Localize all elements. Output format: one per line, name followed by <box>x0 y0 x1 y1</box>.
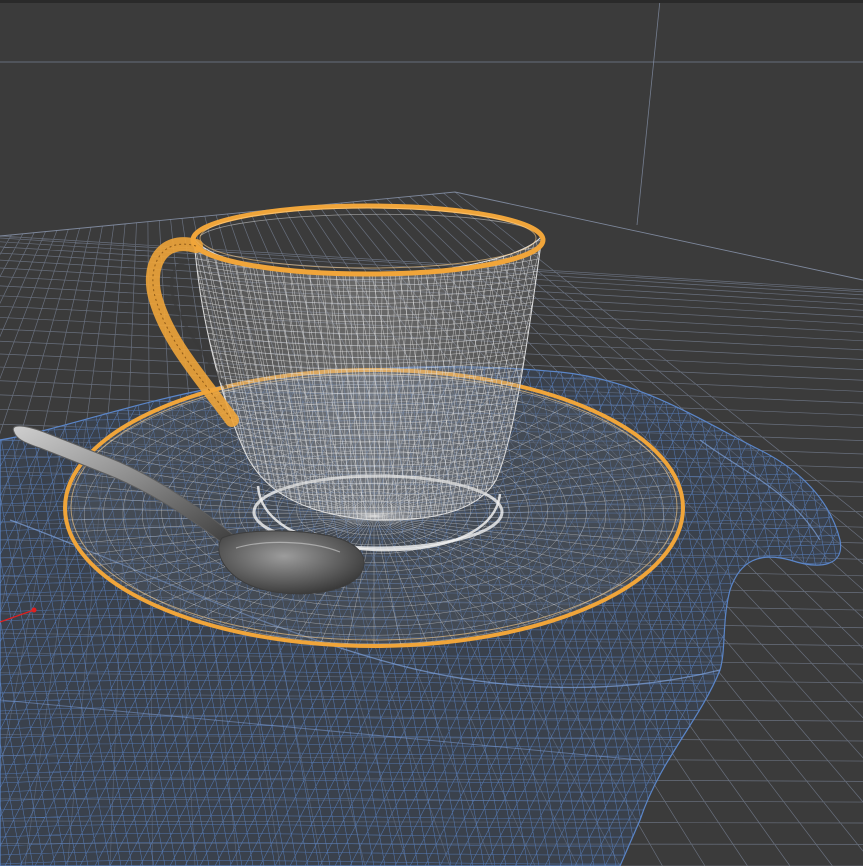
3d-viewport[interactable] <box>0 0 863 866</box>
wireframe-scene[interactable] <box>0 0 863 866</box>
background-grid <box>0 0 863 226</box>
viewport-top-border <box>0 0 863 3</box>
